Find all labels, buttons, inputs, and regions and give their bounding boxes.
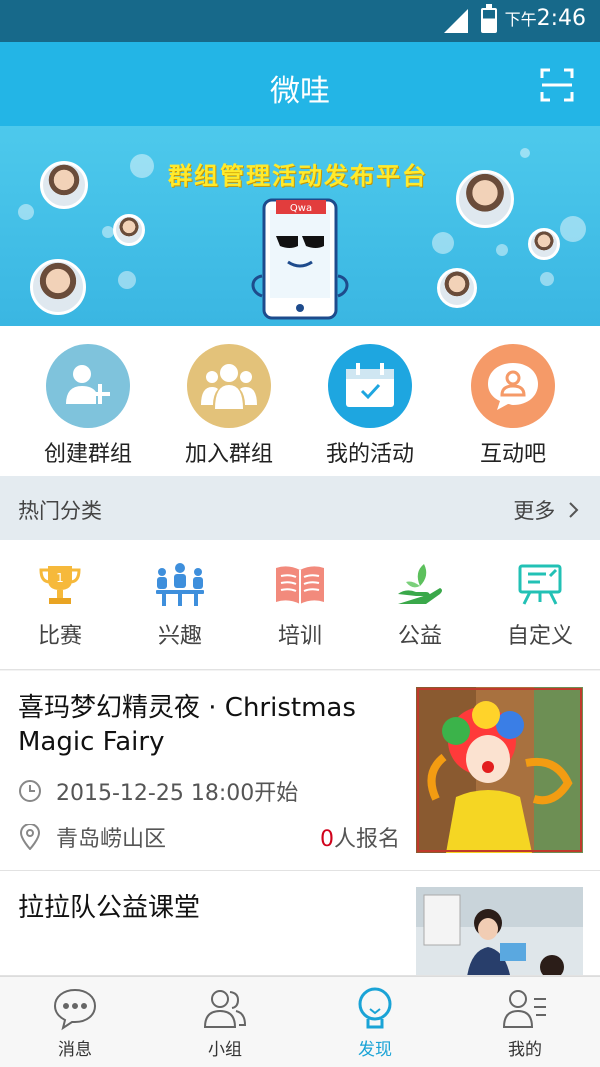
activity-datetime-text: 2015-12-25 18:00开始	[56, 781, 299, 806]
scan-icon[interactable]	[540, 68, 574, 102]
charity-icon	[398, 564, 442, 604]
tab-label: 消息	[58, 1040, 92, 1060]
chevron-right-icon	[569, 502, 579, 518]
people-icon	[156, 563, 204, 606]
category-competition[interactable]: 1 比赛	[0, 562, 120, 650]
activity-title: 拉拉队公益课堂	[18, 893, 201, 923]
activity-location-text: 青岛崂山区	[56, 827, 167, 852]
chat-bubble-icon	[471, 344, 555, 428]
tab-label: 发现	[358, 1040, 392, 1060]
bubble-decoration	[496, 244, 508, 256]
activity-thumbnail	[416, 887, 583, 975]
svg-text:1: 1	[56, 571, 64, 585]
group-icon	[187, 344, 271, 428]
quick-action-label: 我的活动	[325, 442, 414, 467]
activity-card[interactable]: 喜玛梦幻精灵夜 · Christmas Magic Fairy 2015-12-…	[0, 671, 600, 871]
category-label: 自定义	[506, 624, 573, 649]
activity-card[interactable]: 拉拉队公益课堂	[0, 871, 600, 976]
quick-action-label: 互动吧	[479, 442, 546, 467]
clock-icon	[19, 780, 41, 802]
join-group-button[interactable]: 加入群组	[169, 344, 289, 468]
message-icon	[53, 988, 97, 1031]
tab-label: 小组	[208, 1040, 242, 1060]
category-label: 兴趣	[157, 624, 202, 649]
page-title: 微哇	[270, 74, 330, 109]
quick-action-label: 加入群组	[184, 442, 273, 467]
bubble-decoration	[18, 204, 34, 220]
category-label: 公益	[397, 624, 442, 649]
tab-profile[interactable]: 我的	[450, 987, 600, 1060]
tab-discover[interactable]: 发现	[300, 987, 450, 1060]
category-label: 比赛	[37, 624, 82, 649]
hot-categories-header: 热门分类 更多	[0, 476, 600, 540]
calendar-icon	[328, 344, 412, 428]
signup-count-suffix: 人报名	[333, 827, 400, 852]
location-pin-icon	[19, 824, 41, 850]
profile-icon	[502, 990, 546, 1028]
bubble-decoration	[560, 216, 586, 242]
quick-actions: 创建群组 加入群组 我的活动 互动吧	[0, 326, 600, 476]
more-link[interactable]: 更多	[513, 495, 580, 525]
category-label: 培训	[277, 624, 322, 649]
bubble-decoration	[432, 232, 454, 254]
signup-count: 0人报名	[320, 821, 400, 853]
section-title: 热门分类	[18, 499, 102, 523]
book-icon	[276, 566, 324, 604]
trophy-icon: 1	[39, 566, 81, 604]
activity-thumbnail	[416, 687, 583, 853]
promo-banner[interactable]: 群组管理活动发布平台 Qwa	[0, 126, 600, 326]
bubble-decoration	[130, 154, 154, 178]
status-bar: 下午2:46	[0, 0, 600, 42]
category-grid: 1 比赛 兴趣 培训 公益 自定义	[0, 540, 600, 670]
bubble-decoration	[540, 272, 554, 286]
signup-count-number: 0	[319, 827, 334, 852]
bulb-icon	[358, 987, 392, 1029]
category-training[interactable]: 培训	[240, 562, 360, 650]
my-activities-button[interactable]: 我的活动	[310, 344, 430, 468]
bubble-decoration	[118, 271, 136, 289]
app-header: 微哇	[0, 42, 600, 126]
interaction-button[interactable]: 互动吧	[453, 344, 573, 468]
quick-action-label: 创建群组	[43, 442, 132, 467]
create-group-button[interactable]: 创建群组	[28, 344, 148, 468]
bubble-decoration	[520, 148, 530, 158]
banner-slogan: 群组管理活动发布平台	[168, 162, 428, 190]
activity-location: 青岛崂山区	[18, 821, 166, 853]
status-clock: 下午2:46	[504, 6, 586, 31]
user-avatar	[456, 170, 514, 228]
category-interest[interactable]: 兴趣	[120, 562, 240, 650]
tab-messages[interactable]: 消息	[0, 987, 150, 1060]
battery-icon	[481, 4, 497, 33]
category-charity[interactable]: 公益	[360, 562, 480, 650]
user-avatar	[40, 161, 88, 209]
phone-mascot-illustration: Qwa	[251, 198, 349, 320]
user-avatar	[528, 228, 560, 260]
add-user-icon	[46, 344, 130, 428]
bottom-tab-bar: 消息 小组 发现 我的	[0, 976, 600, 1067]
group-icon	[203, 990, 247, 1028]
easel-icon	[518, 564, 562, 605]
category-custom[interactable]: 自定义	[480, 562, 600, 650]
signal-icon	[444, 9, 468, 33]
phone-mascot-label: Qwa	[290, 203, 312, 214]
user-avatar	[437, 268, 477, 308]
user-avatar	[113, 214, 145, 246]
activity-datetime: 2015-12-25 18:00开始	[18, 775, 298, 807]
activity-title: 喜玛梦幻精灵夜 · Christmas Magic Fairy	[18, 693, 356, 757]
user-avatar	[30, 259, 86, 315]
more-label: 更多	[513, 499, 556, 523]
tab-groups[interactable]: 小组	[150, 987, 300, 1060]
tab-label: 我的	[508, 1040, 542, 1060]
